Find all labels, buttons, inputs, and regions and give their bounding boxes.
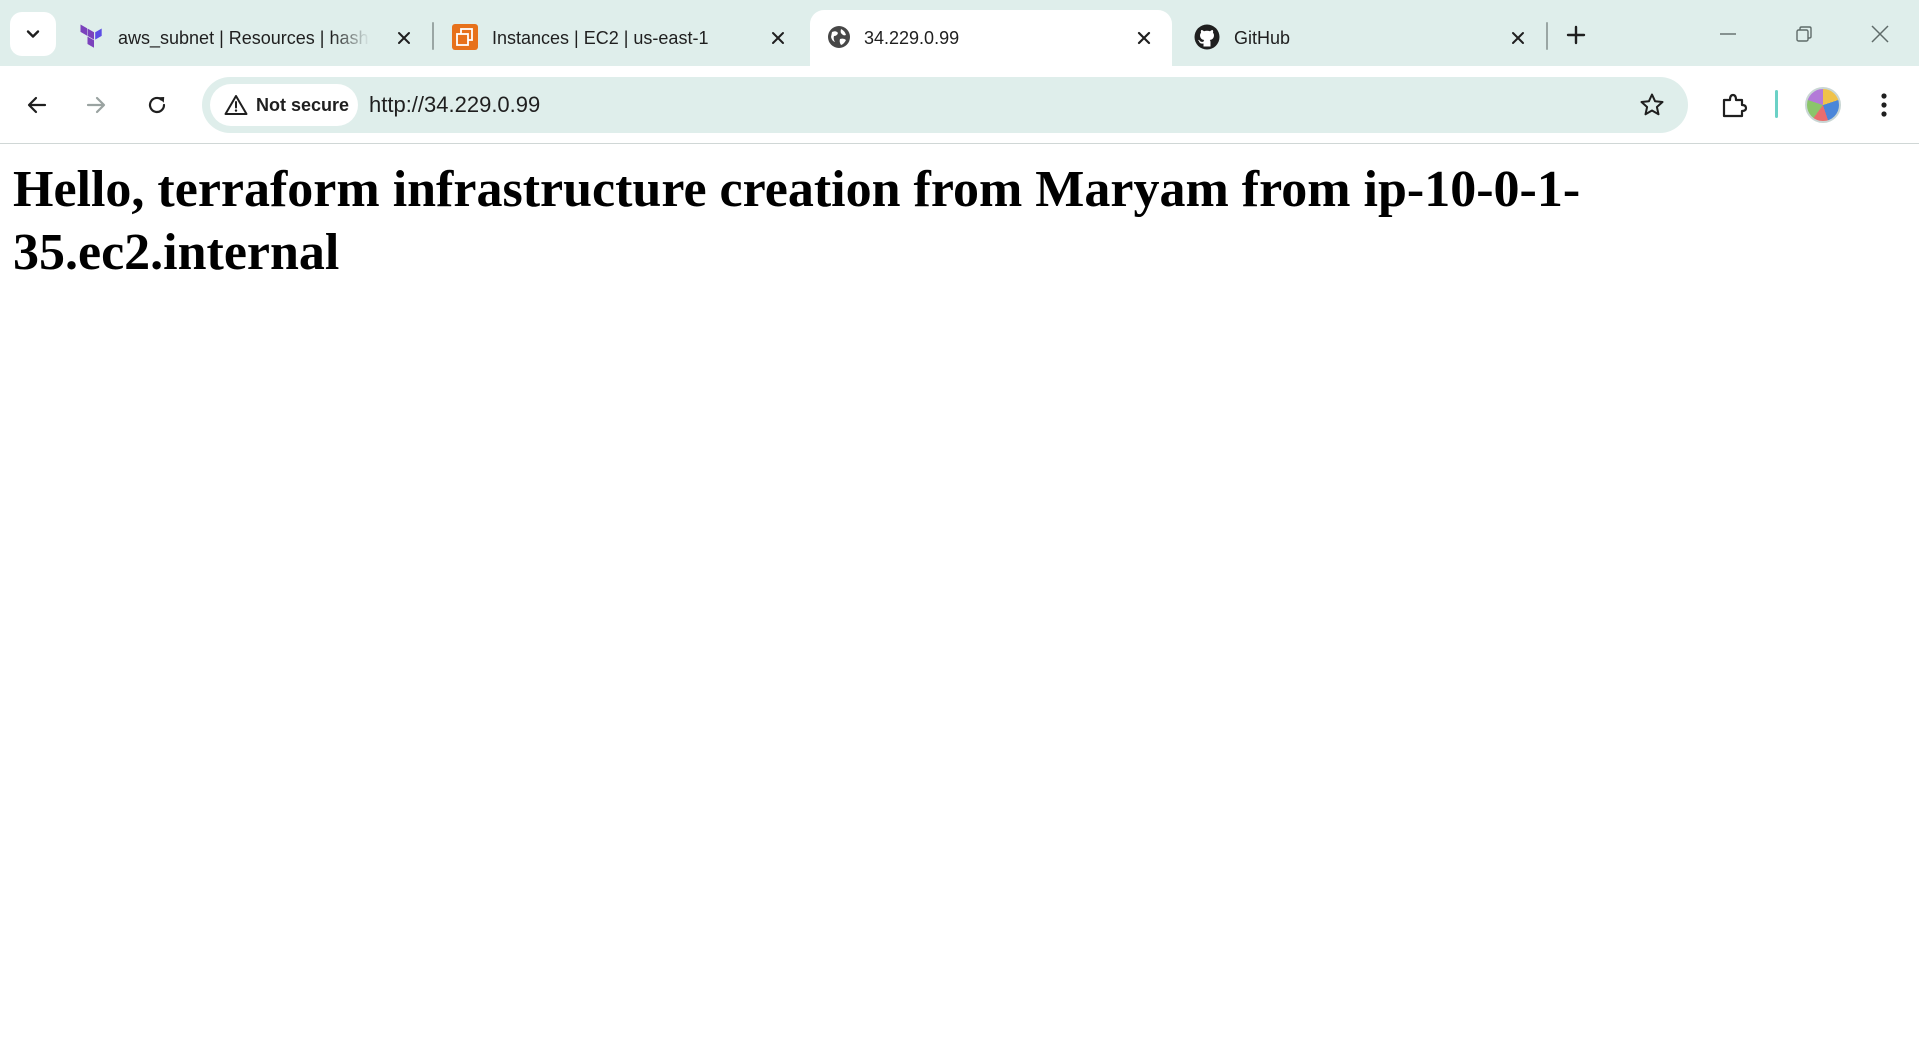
tab-search-button[interactable]: [10, 12, 56, 56]
address-bar[interactable]: Not secure http://34.229.0.99: [202, 77, 1688, 133]
extensions-button[interactable]: [1714, 85, 1754, 125]
tab-title: aws_subnet | Resources | hashic: [118, 28, 370, 48]
tab-active-site[interactable]: 34.229.0.99: [810, 10, 1172, 66]
tab-title: GitHub: [1234, 28, 1291, 48]
github-icon: [1194, 24, 1220, 50]
menu-button[interactable]: [1864, 85, 1904, 125]
terraform-logo-icon: [78, 24, 104, 50]
bookmark-button[interactable]: [1634, 87, 1670, 123]
toolbar-divider: [1775, 90, 1778, 118]
minimize-button[interactable]: [1706, 14, 1750, 54]
new-tab-button[interactable]: [1558, 17, 1594, 53]
close-tab-icon[interactable]: [1130, 24, 1158, 52]
aws-ec2-icon: [452, 24, 478, 50]
close-tab-icon[interactable]: [390, 24, 418, 52]
browser-toolbar: Not secure http://34.229.0.99: [0, 66, 1919, 144]
chevron-down-icon: [26, 30, 40, 38]
tab-separator: [432, 22, 434, 50]
arrow-left-icon: [27, 96, 47, 114]
security-chip[interactable]: Not secure: [210, 84, 358, 126]
tab-title: 34.229.0.99: [864, 28, 960, 48]
tab-strip: aws_subnet | Resources | hashic Instance…: [0, 0, 1919, 66]
restore-icon: [1796, 26, 1812, 42]
warning-triangle-icon: [224, 93, 248, 117]
arrow-right-icon: [86, 96, 106, 114]
page-heading: Hello, terraform infrastructure creation…: [13, 161, 1581, 281]
close-window-button[interactable]: [1858, 14, 1902, 54]
forward-button[interactable]: [76, 85, 116, 125]
tab-separator: [1546, 22, 1548, 50]
tab-aws-subnet[interactable]: aws_subnet | Resources | hashic: [62, 10, 432, 66]
close-tab-icon[interactable]: [1504, 24, 1532, 52]
plus-icon: [1566, 25, 1586, 45]
security-chip-label: Not secure: [256, 94, 350, 115]
tab-title: Instances | EC2 | us-east-1: [492, 28, 709, 48]
url-text[interactable]: http://34.229.0.99: [369, 77, 540, 133]
reload-icon: [148, 96, 166, 114]
back-button[interactable]: [17, 85, 57, 125]
close-tab-icon[interactable]: [764, 24, 792, 52]
page-content: Hello, terraform infrastructure creation…: [0, 144, 1919, 1047]
reload-button[interactable]: [137, 85, 177, 125]
close-icon: [1871, 25, 1889, 43]
globe-icon: [826, 24, 852, 50]
minimize-icon: [1720, 33, 1736, 35]
more-vert-icon: [1881, 93, 1887, 117]
puzzle-piece-icon: [1722, 93, 1748, 118]
browser-chrome: aws_subnet | Resources | hashic Instance…: [0, 0, 1919, 144]
tab-ec2-instances[interactable]: Instances | EC2 | us-east-1: [436, 10, 806, 66]
restore-button[interactable]: [1782, 14, 1826, 54]
star-icon: [1640, 93, 1664, 116]
tab-github[interactable]: GitHub: [1176, 10, 1546, 66]
profile-avatar[interactable]: [1805, 87, 1841, 123]
